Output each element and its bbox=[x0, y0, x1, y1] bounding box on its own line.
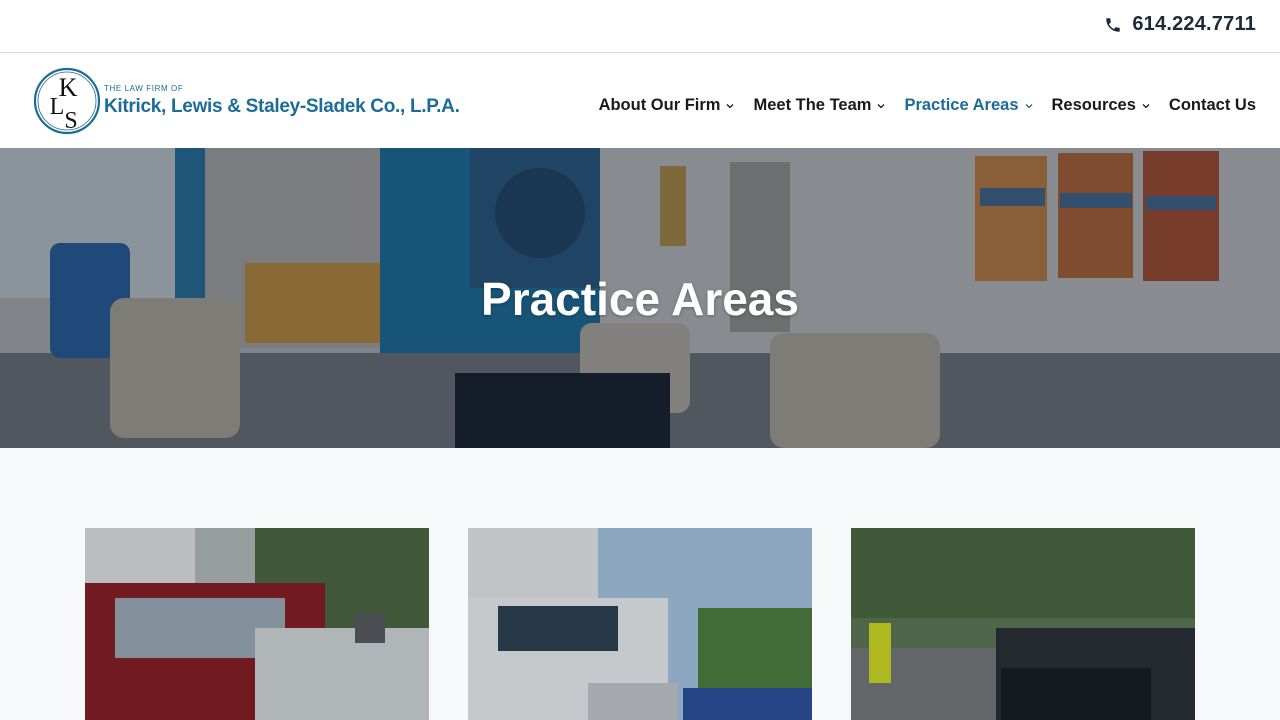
top-bar: 614.224.7711 bbox=[0, 0, 1280, 53]
nav-item-resources[interactable]: Resources bbox=[1052, 96, 1151, 115]
practice-card-truck-accident[interactable] bbox=[468, 528, 812, 720]
kls-monogram-icon: K L S bbox=[33, 67, 101, 135]
logo-firm-name: Kitrick, Lewis & Staley-Sladek Co., L.P.… bbox=[104, 96, 460, 117]
nav-item-label: Contact Us bbox=[1168, 96, 1256, 114]
car-accident-photo bbox=[85, 528, 429, 720]
main-nav: About Our Firm Meet The Team Practice Ar… bbox=[581, 96, 1256, 115]
nav-item-label: About Our Firm bbox=[598, 96, 721, 114]
practice-card-motorcycle-accident[interactable] bbox=[851, 528, 1195, 720]
logo-tagline: THE LAW FIRM OF bbox=[104, 84, 184, 93]
motorcycle-accident-photo bbox=[851, 528, 1195, 720]
nav-item-contact-us[interactable]: Contact Us bbox=[1169, 96, 1256, 115]
nav-item-about-our-firm[interactable]: About Our Firm bbox=[599, 96, 736, 115]
nav-item-practice-areas[interactable]: Practice Areas bbox=[904, 96, 1033, 115]
chevron-down-icon bbox=[1142, 103, 1150, 108]
phone-icon bbox=[1106, 17, 1121, 32]
site-logo[interactable]: K L S THE LAW FIRM OF Kitrick, Lewis & S… bbox=[32, 66, 460, 136]
svg-text:L: L bbox=[50, 94, 65, 120]
chevron-down-icon bbox=[1025, 103, 1032, 108]
nav-item-meet-the-team[interactable]: Meet The Team bbox=[753, 96, 886, 115]
phone-number: 614.224.7711 bbox=[1132, 13, 1256, 35]
practice-card-car-accident[interactable] bbox=[85, 528, 429, 720]
nav-item-label: Resources bbox=[1051, 96, 1136, 114]
chevron-down-icon bbox=[727, 103, 734, 108]
truck-accident-photo bbox=[468, 528, 812, 720]
svg-text:S: S bbox=[64, 108, 77, 134]
nav-item-label: Practice Areas bbox=[904, 96, 1019, 114]
site-header: K L S THE LAW FIRM OF Kitrick, Lewis & S… bbox=[0, 53, 1280, 148]
phone-link[interactable]: 614.224.7711 bbox=[1104, 13, 1256, 36]
hero-banner: Practice Areas bbox=[0, 148, 1280, 448]
page-title: Practice Areas bbox=[481, 273, 799, 325]
chevron-down-icon bbox=[877, 103, 885, 108]
nav-item-label: Meet The Team bbox=[753, 96, 872, 114]
